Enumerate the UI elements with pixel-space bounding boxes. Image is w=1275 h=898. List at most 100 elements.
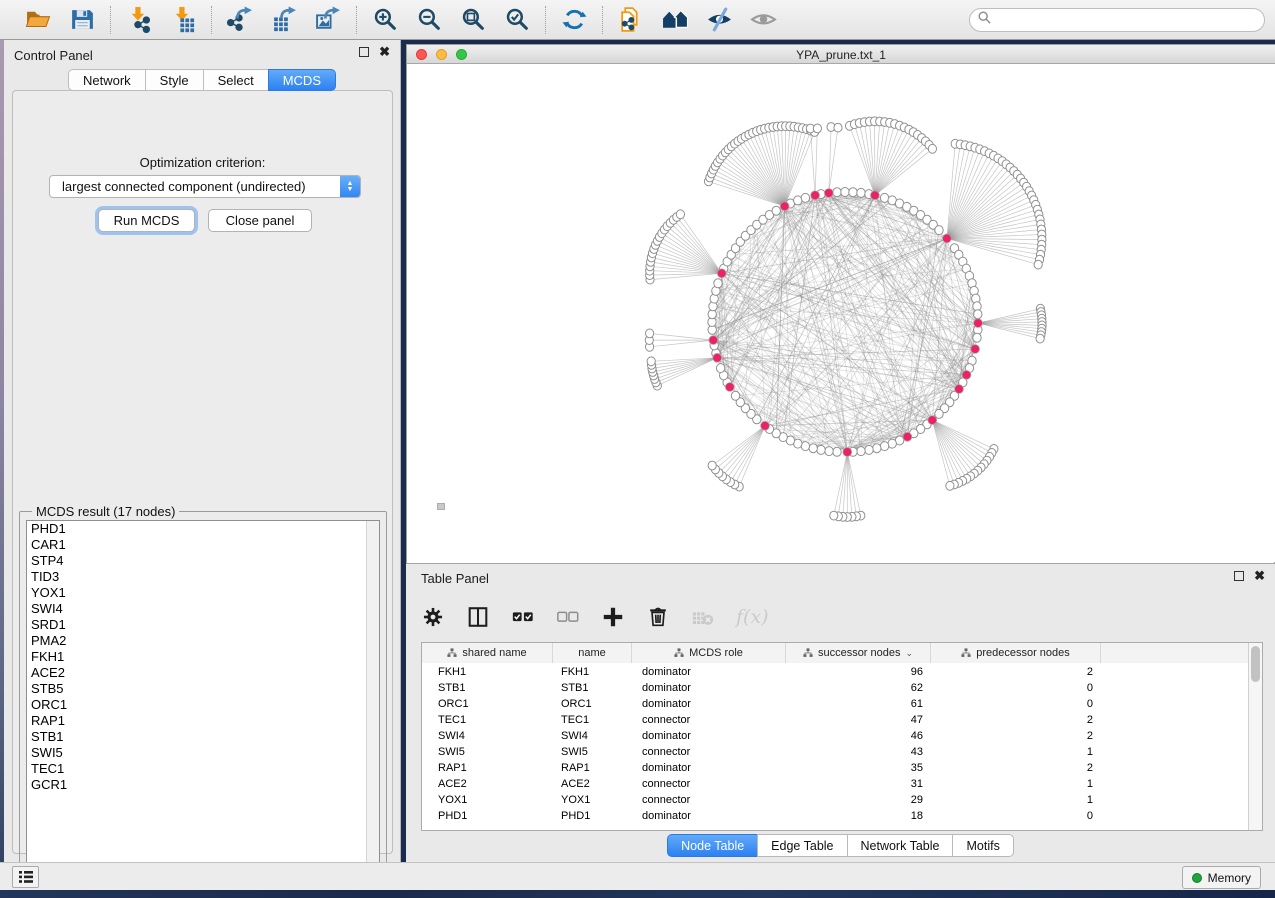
table-cell[interactable]: PHD1 [553, 808, 632, 824]
graph-leaf-node[interactable] [813, 124, 821, 133]
refresh-button[interactable] [559, 5, 589, 35]
mcds-result-item[interactable]: STB1 [27, 729, 379, 745]
table-cell[interactable]: dominator [632, 696, 786, 712]
doc-share-button[interactable] [616, 5, 646, 35]
graph-mcds-hub-node[interactable] [843, 448, 852, 457]
table-cell[interactable]: SWI5 [422, 744, 553, 760]
mcds-result-item[interactable]: STP4 [27, 553, 379, 569]
table-cell[interactable]: 2 [931, 712, 1101, 728]
eye-button[interactable] [748, 5, 778, 35]
columns-button[interactable] [466, 605, 490, 629]
graph-node[interactable] [833, 188, 841, 197]
export-network-button[interactable] [225, 5, 255, 35]
graph-node[interactable] [873, 444, 881, 453]
graph-node[interactable] [849, 188, 857, 197]
tab-node-table[interactable]: Node Table [667, 834, 757, 857]
column-header-predecessor-nodes[interactable]: predecessor nodes [931, 643, 1101, 663]
network-graph-svg[interactable] [407, 64, 1274, 563]
table-row[interactable]: TEC1TEC1connector472 [422, 712, 1249, 728]
tab-network[interactable]: Network [68, 69, 145, 91]
gear-button[interactable] [421, 605, 445, 629]
graph-node[interactable] [935, 409, 943, 418]
mcds-result-item[interactable]: SWI4 [27, 601, 379, 617]
mcds-result-item[interactable]: GCR1 [27, 777, 379, 793]
graph-node[interactable] [772, 206, 780, 215]
table-cell[interactable]: dominator [632, 664, 786, 680]
table-cell[interactable]: ACE2 [553, 776, 632, 792]
graph-node[interactable] [833, 447, 841, 456]
table-cell[interactable]: 61 [786, 696, 931, 712]
table-cell[interactable]: FKH1 [553, 664, 632, 680]
table-cell[interactable]: connector [632, 776, 786, 792]
network-canvas[interactable] [407, 64, 1274, 563]
table-cell[interactable]: YOX1 [553, 792, 632, 808]
graph-leaf-node[interactable] [647, 357, 655, 366]
graph-mcds-hub-node[interactable] [761, 421, 770, 430]
mcds-list-scrollbar[interactable] [366, 521, 379, 869]
zoom-in-button[interactable] [370, 5, 400, 35]
tab-mcds[interactable]: MCDS [268, 69, 336, 91]
table-cell[interactable]: 47 [786, 712, 931, 728]
memory-button[interactable]: Memory [1182, 866, 1261, 889]
table-cell[interactable]: STB1 [422, 680, 553, 696]
graph-node[interactable] [841, 188, 849, 197]
table-cell[interactable]: 1 [931, 776, 1101, 792]
mcds-result-item[interactable]: CAR1 [27, 537, 379, 553]
table-row[interactable]: FKH1FKH1dominator962 [422, 664, 1249, 680]
graph-mcds-hub-node[interactable] [903, 432, 912, 441]
graph-leaf-node[interactable] [646, 329, 654, 338]
mcds-result-item[interactable]: ORC1 [27, 697, 379, 713]
table-cell[interactable]: ORC1 [422, 696, 553, 712]
tab-style[interactable]: Style [145, 69, 203, 91]
mcds-result-item[interactable]: SWI5 [27, 745, 379, 761]
graph-mcds-hub-node[interactable] [928, 416, 937, 425]
table-cell[interactable]: TEC1 [553, 712, 632, 728]
table-cell[interactable]: SWI5 [553, 744, 632, 760]
column-header-name[interactable]: name [553, 643, 632, 663]
graph-leaf-node[interactable] [834, 123, 842, 132]
close-table-panel-icon[interactable]: ✖ [1254, 571, 1265, 581]
graph-mcds-hub-node[interactable] [811, 191, 820, 200]
graph-mcds-hub-node[interactable] [974, 319, 983, 328]
graph-node[interactable] [714, 279, 722, 288]
table-cell[interactable]: SWI4 [422, 728, 553, 744]
homes-button[interactable] [660, 5, 690, 35]
export-image-button[interactable] [313, 5, 343, 35]
table-cell[interactable]: dominator [632, 680, 786, 696]
mcds-result-item[interactable]: PHD1 [27, 521, 379, 537]
graph-node[interactable] [857, 188, 865, 197]
mcds-result-item[interactable]: PMA2 [27, 633, 379, 649]
graph-mcds-hub-node[interactable] [780, 202, 789, 211]
table-scrollbar-thumb[interactable] [1251, 646, 1260, 682]
table-scrollbar[interactable] [1248, 643, 1262, 830]
table-cell[interactable]: 29 [786, 792, 931, 808]
table-cell[interactable]: TEC1 [422, 712, 553, 728]
export-table-button[interactable] [269, 5, 299, 35]
mcds-result-list[interactable]: PHD1CAR1STP4TID3YOX1SWI4SRD1PMA2FKH1ACE2… [26, 520, 380, 870]
table-row[interactable]: ORC1ORC1dominator610 [422, 696, 1249, 712]
graph-mcds-hub-node[interactable] [709, 336, 718, 345]
close-panel-button[interactable]: Close panel [208, 209, 312, 232]
import-table-button[interactable] [168, 5, 198, 35]
search-input[interactable] [996, 13, 1256, 27]
trash-button[interactable] [646, 605, 670, 629]
mcds-result-item[interactable]: TID3 [27, 569, 379, 585]
table-row[interactable]: YOX1YOX1connector291 [422, 792, 1249, 808]
table-cell[interactable]: ACE2 [422, 776, 553, 792]
graph-node[interactable] [817, 445, 825, 454]
graph-node[interactable] [973, 333, 981, 342]
mcds-result-item[interactable]: STB5 [27, 681, 379, 697]
graph-leaf-node[interactable] [928, 144, 936, 153]
table-row[interactable]: SWI4SWI4dominator462 [422, 728, 1249, 744]
graph-node[interactable] [880, 442, 888, 451]
table-cell[interactable]: dominator [632, 760, 786, 776]
graph-mcds-hub-node[interactable] [955, 385, 964, 394]
table-cell[interactable]: 31 [786, 776, 931, 792]
zoom-check-button[interactable] [502, 5, 532, 35]
eye-slash-button[interactable] [704, 5, 734, 35]
table-row[interactable]: RAP1RAP1dominator352 [422, 760, 1249, 776]
table-cell[interactable]: 46 [786, 728, 931, 744]
table-cell[interactable]: connector [632, 792, 786, 808]
run-mcds-button[interactable]: Run MCDS [98, 209, 195, 232]
add-button[interactable] [601, 605, 625, 629]
